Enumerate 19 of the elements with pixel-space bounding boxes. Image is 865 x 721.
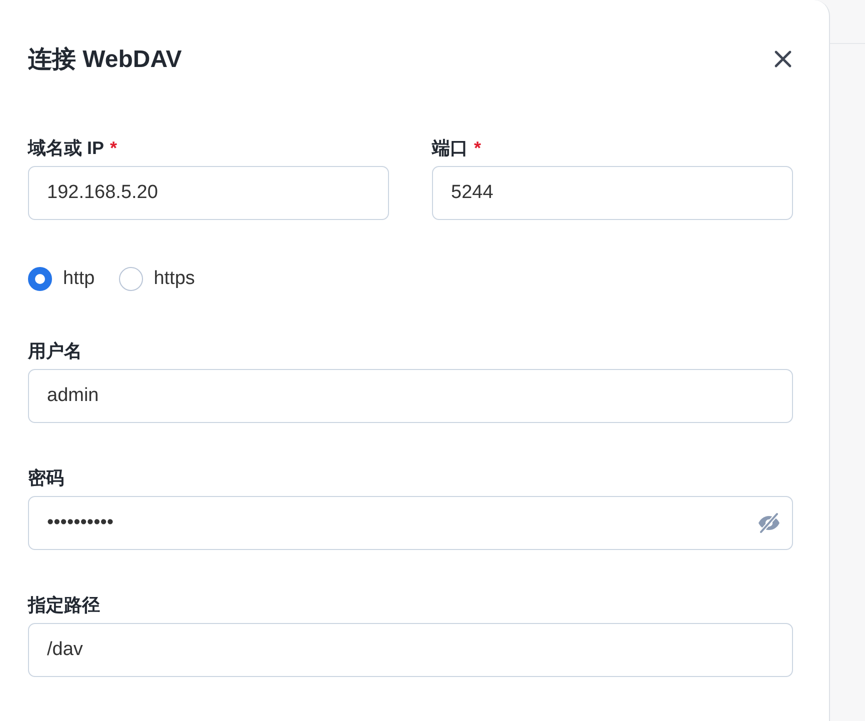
input-field[interactable]: /dav [28, 623, 793, 677]
input-field[interactable]: admin [28, 369, 793, 423]
radio-button[interactable] [118, 267, 143, 291]
required-mark: * [474, 138, 482, 158]
close-icon[interactable] [773, 49, 793, 69]
radio-label[interactable]: http [63, 268, 95, 290]
input-field[interactable]: 192.168.5.20 [28, 166, 389, 220]
dialog-title: 连接 WebDAV [28, 45, 182, 75]
required-mark: * [110, 138, 118, 158]
eye-off-icon[interactable] [757, 511, 781, 535]
radio-button[interactable] [28, 267, 52, 291]
password-field[interactable]: •••••••••• [28, 496, 793, 550]
field-label: 用户名 [28, 340, 82, 363]
input-field[interactable]: 5244 [432, 166, 793, 220]
field-label: 指定路径 [28, 594, 100, 617]
field-label: 密码 [28, 467, 64, 490]
field-label: 端口 [432, 137, 468, 160]
radio-label[interactable]: https [154, 268, 195, 290]
field-label: 域名或 IP [28, 137, 104, 160]
